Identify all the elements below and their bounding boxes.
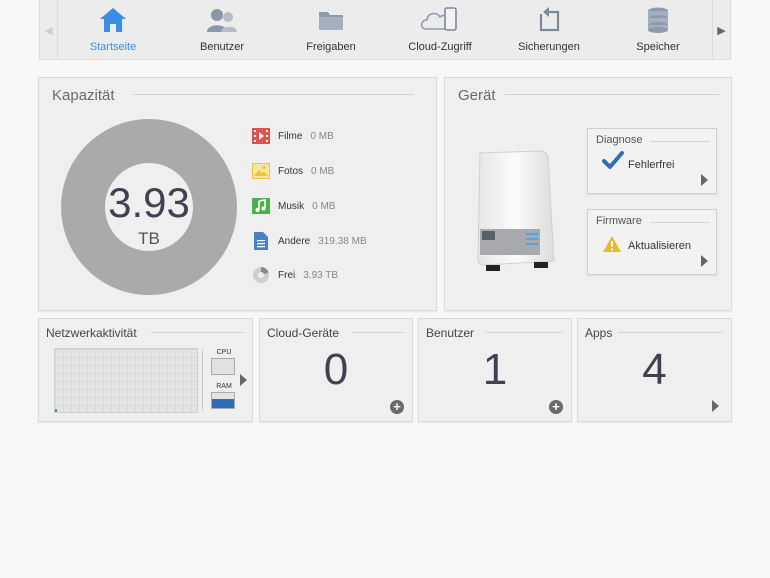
folder-icon <box>276 5 386 35</box>
users-icon <box>167 5 277 35</box>
firmware-box[interactable]: Firmware Aktualisieren <box>587 209 717 275</box>
add-user-button[interactable]: + <box>549 400 563 414</box>
ram-label: RAM <box>216 383 232 390</box>
nav-items: Startseite Benutzer Freigaben Cloud-Zugr… <box>58 0 712 60</box>
nav-item-startseite[interactable]: Startseite <box>58 0 168 60</box>
legend-item-musik: Musik 0 MB <box>252 196 335 216</box>
nav-item-label: Sicherungen <box>518 41 580 53</box>
nav-item-label: Startseite <box>89 41 137 53</box>
legend-item-frei: Frei 3.93 TB <box>252 265 338 285</box>
photo-icon <box>252 162 270 180</box>
nav-item-speicher[interactable]: Speicher <box>603 0 713 60</box>
apps-count: 4 <box>642 345 667 394</box>
divider <box>133 94 414 95</box>
legend-value: 0 MB <box>312 200 336 212</box>
device-panel: Gerät Diagnose Fehlerfrei Firmware Aktua… <box>444 77 732 311</box>
music-icon <box>252 197 270 215</box>
cloud-devices-count: 0 <box>323 345 349 394</box>
legend-value: 3.93 TB <box>303 269 339 281</box>
nav-item-cloud-zugriff[interactable]: Cloud-Zugriff <box>385 0 495 60</box>
ram-meter-fill <box>212 399 234 408</box>
network-activity-panel: Netzwerkaktivität CPU RAM <box>38 318 253 422</box>
legend-label: Frei <box>278 269 296 281</box>
network-activity-graph <box>54 348 198 413</box>
top-navigation: ◀ Startseite Benutzer Freigaben Cloud-Zu… <box>39 0 731 60</box>
capacity-total-value: 3.93 <box>108 179 190 226</box>
nav-scroll-right-button[interactable]: ▶ <box>712 0 730 60</box>
add-cloud-device-button[interactable]: + <box>390 400 404 414</box>
divider <box>650 141 710 142</box>
firmware-arrow-icon[interactable] <box>701 255 708 267</box>
panel-title: Benutzer <box>426 326 475 340</box>
panel-title: Gerät <box>458 87 496 104</box>
diagnose-box[interactable]: Diagnose Fehlerfrei <box>587 128 717 194</box>
legend-value: 0 MB <box>310 130 334 142</box>
legend-value: 319.38 MB <box>318 235 367 247</box>
legend-item-filme: Filme 0 MB <box>252 126 334 146</box>
divider <box>202 349 203 411</box>
panel-title: Cloud-Geräte <box>267 326 340 340</box>
backup-icon <box>494 5 604 35</box>
capacity-donut-chart: 3.93 TB <box>61 119 237 295</box>
graph-activity-mark <box>55 409 57 412</box>
divider <box>618 332 723 333</box>
nav-item-label: Benutzer <box>199 41 245 53</box>
nav-item-label: Cloud-Zugriff <box>408 41 472 53</box>
legend-label: Filme <box>278 130 303 142</box>
document-icon <box>252 232 270 250</box>
users-panel: Benutzer 1 + <box>418 318 572 422</box>
legend-value: 0 MB <box>311 165 335 177</box>
firmware-title: Firmware <box>596 215 642 227</box>
warning-icon <box>602 235 622 258</box>
users-count: 1 <box>482 345 508 394</box>
network-arrow-icon[interactable] <box>240 374 247 386</box>
legend-label: Fotos <box>278 165 304 177</box>
legend-label: Musik <box>278 200 305 212</box>
legend-label: Andere <box>278 235 311 247</box>
cloud-devices-panel: Cloud-Geräte 0 + <box>259 318 413 422</box>
nav-item-freigaben[interactable]: Freigaben <box>276 0 386 60</box>
apps-arrow-icon[interactable] <box>712 400 719 412</box>
cpu-label: CPU <box>216 349 232 356</box>
nav-item-sicherungen[interactable]: Sicherungen <box>494 0 604 60</box>
diagnose-arrow-icon[interactable] <box>701 174 708 186</box>
storage-icon <box>603 5 713 35</box>
divider <box>485 332 563 333</box>
nav-scroll-left-button[interactable]: ◀ <box>40 0 58 60</box>
panel-title: Apps <box>585 326 613 340</box>
divider <box>650 222 710 223</box>
check-icon <box>602 151 624 176</box>
film-icon <box>252 127 270 145</box>
apps-panel: Apps 4 <box>577 318 732 422</box>
capacity-panel: Kapazität 3.93 TB Filme 0 MB Fotos 0 MB … <box>38 77 437 311</box>
panel-title: Kapazität <box>52 87 115 104</box>
cloud-device-icon <box>385 5 495 35</box>
divider <box>505 94 719 95</box>
nav-item-label: Freigaben <box>306 41 356 53</box>
ram-meter <box>211 392 235 409</box>
diagnose-status: Fehlerfrei <box>628 159 675 171</box>
divider <box>151 332 244 333</box>
diagnose-title: Diagnose <box>596 134 643 146</box>
legend-item-andere: Andere 319.38 MB <box>252 231 367 251</box>
legend-item-fotos: Fotos 0 MB <box>252 161 334 181</box>
nas-device-image <box>474 149 560 278</box>
capacity-total-unit: TB <box>138 229 160 248</box>
panel-title: Netzwerkaktivität <box>46 326 137 340</box>
nav-item-benutzer[interactable]: Benutzer <box>167 0 277 60</box>
home-icon <box>58 5 168 35</box>
cpu-meter <box>211 358 235 375</box>
pie-icon <box>252 266 270 284</box>
nav-item-label: Speicher <box>636 41 680 53</box>
firmware-status: Aktualisieren <box>628 240 691 252</box>
divider <box>352 332 404 333</box>
